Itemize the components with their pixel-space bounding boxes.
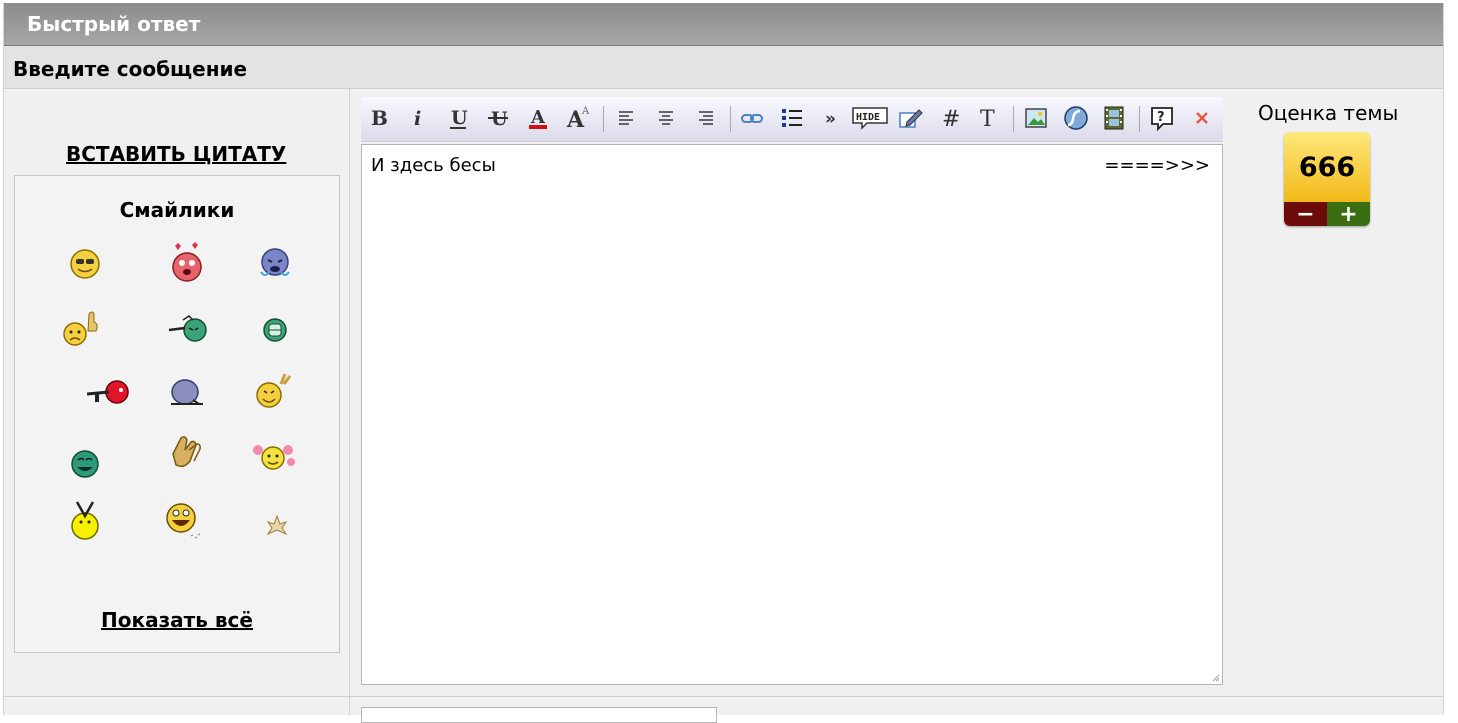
svg-text:B: B [371,106,388,130]
link-icon [741,114,763,123]
row-divider [4,696,1443,697]
show-all-smilies-link[interactable]: Показать всё [15,608,339,632]
message-text-right: ====>>> [1104,155,1210,176]
shooting-smiley-icon[interactable] [165,306,209,350]
cool-smiley-icon[interactable] [63,242,107,286]
toolbar-separator [603,106,604,132]
svg-text:?: ? [1157,110,1165,125]
svg-text:A: A [530,107,546,128]
victory-smiley-icon[interactable] [251,368,295,412]
rating-value: 666 [1284,132,1370,202]
clapping-hands-icon[interactable] [165,430,209,474]
gun-smiley-icon[interactable] [87,370,131,414]
italic-icon: i [414,108,421,130]
in-love-smiley-icon[interactable] [165,240,209,284]
insert-quote-link[interactable]: ВСТАВИТЬ ЦИТАТУ [66,142,286,166]
align-left-icon [619,111,633,125]
toolbar-separator [1139,106,1140,132]
font-size-button[interactable]: AA [563,103,593,133]
next-form-field[interactable] [361,707,717,723]
svg-text:»: » [825,109,836,128]
edit-icon [899,109,923,128]
edit-button[interactable] [895,103,925,133]
film-icon [1104,106,1124,130]
toolbar-separator [1013,106,1014,132]
hash-icon: # [942,107,960,130]
close-toolbar-button[interactable] [1187,103,1217,133]
toolbar-separator [730,106,731,132]
bbcode-toolbar: B i U U A AA » HIDE # T ? [361,97,1223,142]
image-button[interactable] [1021,103,1051,133]
svg-text:i: i [414,108,421,130]
rating-label: Оценка темы [1258,101,1399,125]
tiny-star-smiley-icon[interactable] [255,504,299,548]
column-divider [349,89,350,715]
cheerleader-smiley-icon[interactable] [251,434,295,478]
align-right-icon [699,111,713,125]
smilies-title: Смайлики [119,198,235,222]
link-button[interactable] [737,103,767,133]
subheader-title: Введите сообщение [13,57,248,81]
rating-minus-button[interactable]: − [1284,202,1327,226]
topic-rating-widget: 666 − + [1284,132,1370,226]
robot-smiley-icon[interactable] [253,308,297,352]
message-text: И здесь бесы [371,155,496,176]
rating-plus-button[interactable]: + [1327,202,1370,226]
font-color-icon: A [529,107,547,129]
list-icon [782,109,802,127]
jumping-smiley-icon[interactable] [63,498,107,542]
underline-button[interactable]: U [443,103,473,133]
quick-reply-panel: Быстрый ответ Введите сообщение ВСТАВИТЬ… [3,3,1444,723]
header-title: Быстрый ответ [27,12,201,36]
strikethrough-button[interactable]: U [483,103,513,133]
help-icon: ? [1151,107,1173,131]
code-button[interactable]: # [935,103,965,133]
strikethrough-icon: U [488,108,508,130]
message-subheader: Введите сообщение [4,46,1443,89]
flash-icon [1064,106,1088,130]
bold-button[interactable]: B [363,103,393,133]
resize-grip-icon[interactable] [1212,674,1220,682]
help-button[interactable]: ? [1147,103,1177,133]
font-size-icon: AA [566,106,590,131]
underline-icon: U [450,107,468,129]
svg-text:A: A [581,106,590,117]
flash-button[interactable] [1061,103,1091,133]
svg-text:#: # [942,107,960,130]
crying-smiley-icon[interactable] [253,242,297,286]
quote-icon: » [825,109,836,128]
video-button[interactable] [1099,103,1129,133]
big-grin-smiley-icon[interactable] [161,498,205,542]
align-center-icon [659,111,673,125]
svg-text:T: T [980,107,995,130]
close-icon [1196,112,1208,124]
bold-icon: B [371,106,388,130]
hide-icon: HIDE [852,107,888,130]
list-button[interactable] [777,103,807,133]
laughing-smiley-icon[interactable] [63,442,107,486]
message-textarea[interactable]: И здесь бесы ====>>> [361,144,1223,685]
font-button[interactable]: T [973,103,1003,133]
align-left-button[interactable] [611,103,641,133]
font-color-button[interactable]: A [523,103,553,133]
align-right-button[interactable] [691,103,721,133]
svg-text:HIDE: HIDE [856,112,880,123]
hide-button[interactable]: HIDE [851,103,889,133]
image-icon [1025,108,1047,128]
smilies-box: Смайлики Показать всё [14,175,340,653]
svg-text:U: U [451,107,468,129]
italic-button[interactable]: i [403,103,433,133]
text-icon: T [980,107,995,130]
align-center-button[interactable] [651,103,681,133]
bowing-smiley-icon[interactable] [165,370,209,414]
quote-button[interactable]: » [817,103,847,133]
quick-reply-header: Быстрый ответ [4,3,1443,46]
thumbs-up-sad-smiley-icon[interactable] [59,306,103,350]
